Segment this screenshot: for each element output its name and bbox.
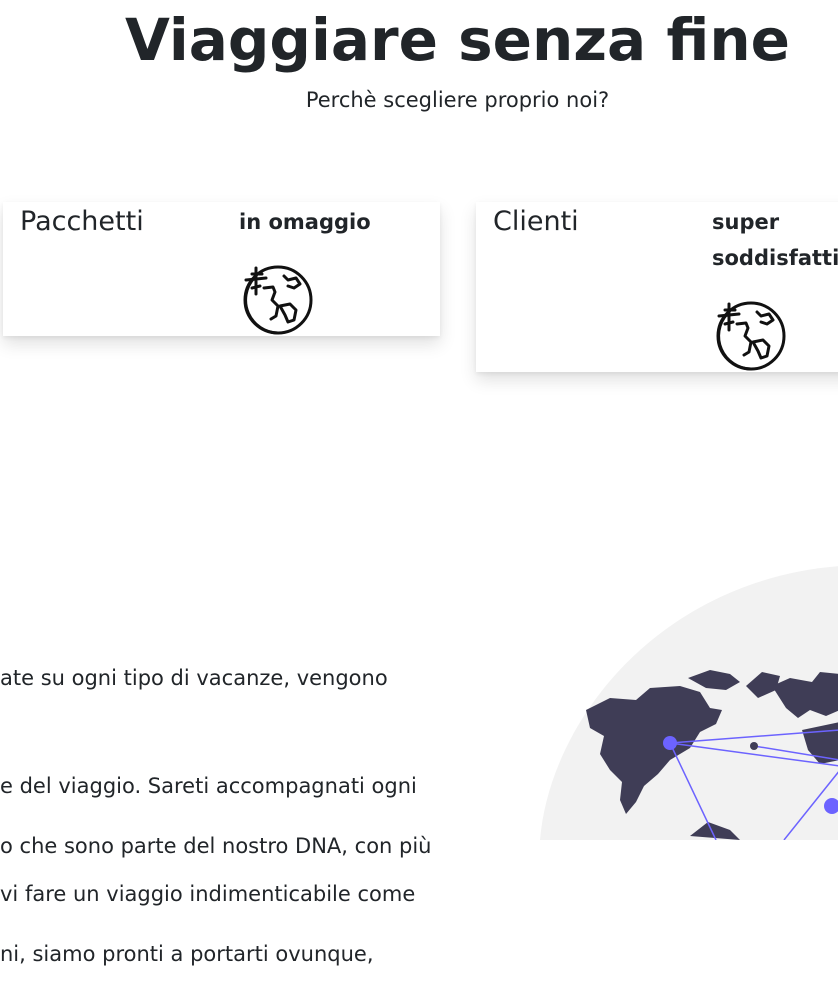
feature-card-clienti: Clienti super soddisfatti	[476, 202, 838, 372]
about-line: o che sono parte del nostro DNA, con più	[0, 834, 432, 858]
world-map-illustration	[540, 566, 838, 840]
card-tag: super soddisfatti	[712, 204, 838, 276]
card-title: Pacchetti	[20, 206, 144, 237]
card-tag-line: soddisfatti	[712, 246, 838, 270]
globe-plane-icon	[716, 301, 786, 371]
page-title: Viaggiare senza fine	[125, 6, 790, 74]
page-subtitle: Perchè scegliere proprio noi?	[305, 88, 610, 112]
about-line: ni, siamo pronti a portarti ovunque,	[0, 942, 374, 966]
card-title: Clienti	[493, 206, 579, 237]
feature-card-pacchetti: Pacchetti in omaggio	[3, 202, 440, 336]
globe-plane-icon	[243, 265, 313, 335]
card-tag-line: super	[712, 210, 780, 234]
about-paragraph: o che sono parte del nostro DNA, con più…	[0, 756, 432, 1008]
card-tag: in omaggio	[239, 210, 371, 234]
about-line: ate su ogni tipo di vacanze, vengono	[0, 666, 388, 690]
